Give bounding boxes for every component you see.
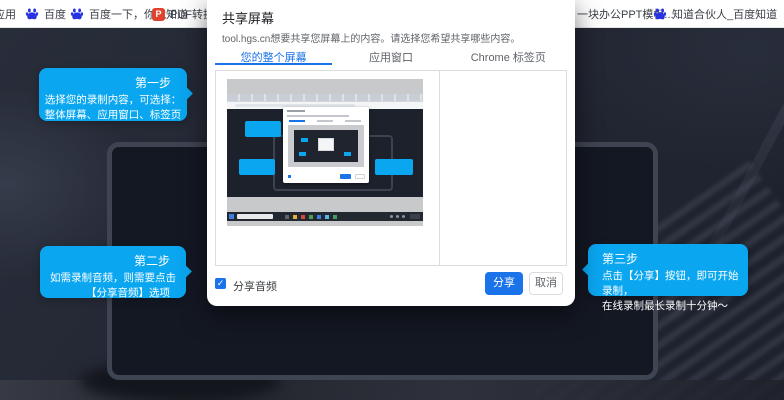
tutorial-step-1-callout: 第一步 选择您的录制内容，可选择： 整体屏幕、应用窗口、标签页 — [39, 68, 193, 123]
mini-taskbar — [227, 212, 423, 221]
step-text-line: 选择您的录制内容，可选择： — [44, 94, 182, 106]
mini-mini-callout — [301, 138, 308, 142]
mini-dialog-title-bar — [287, 110, 305, 112]
mini-page-content — [227, 107, 423, 221]
dialog-title: 共享屏幕 — [222, 11, 275, 26]
mini-clock — [410, 214, 420, 219]
mini-tab — [289, 120, 305, 122]
mini-app-icon — [285, 214, 289, 219]
mini-dialog-subtitle-bar — [287, 115, 349, 117]
mini-tab — [317, 120, 333, 122]
step-text-line: 如需录制音频，则需要点击 — [50, 272, 176, 284]
bookmark-baidu[interactable]: 百度 — [25, 0, 66, 28]
mini-app-icon — [293, 214, 297, 219]
mini-share-dialog — [283, 107, 369, 183]
bookmark-label: 知道合伙人_百度知道 — [672, 9, 778, 21]
tutorial-step-2-callout: 第二步 如需录制音频，则需要点击 【分享音频】选项 — [40, 246, 192, 301]
mini-mini-thumbnail — [288, 125, 364, 167]
mini-app-icon — [309, 214, 313, 219]
step-title: 第三步 — [602, 252, 639, 266]
step-text: 点击【分享】按钮，即可开始录制， 在线录制最长录制十分钟～ — [588, 267, 748, 314]
mini-app-icon — [301, 214, 305, 219]
screen-picker-pane — [215, 70, 567, 266]
mini-callout-2 — [239, 159, 275, 175]
mini-callout-3 — [375, 159, 413, 175]
baidu-paw-icon — [25, 7, 39, 21]
baidu-paw-icon — [653, 7, 667, 21]
tutorial-step-3-callout: 第三步 点击【分享】按钮，即可开始录制， 在线录制最长录制十分钟～ — [582, 244, 748, 312]
mini-mini-screenshot — [294, 130, 358, 162]
step-text-line: 在线录制最长录制十分钟～ — [602, 300, 728, 312]
dialog-tabs: 您的整个屏幕 应用窗口 Chrome 标签页 — [215, 46, 567, 65]
cancel-button[interactable]: 取消 — [529, 272, 563, 295]
mini-search-box — [237, 214, 273, 219]
share-audio-label: 分享音频 — [233, 281, 277, 293]
step-text-line: 点击【分享】按钮，即可开始录制， — [602, 270, 739, 297]
mini-app-icon — [333, 214, 337, 219]
mini-cancel-button — [355, 174, 365, 179]
mini-start-button — [229, 214, 234, 219]
step-title: 第一步 — [134, 76, 171, 90]
screen: 应用 百度 百度一下，你就知道 P PDF转换器 一块办公PPT模板... 知道… — [0, 0, 784, 400]
bookmark-label: 百度 — [44, 9, 66, 21]
share-screen-dialog: 共享屏幕 tool.hgs.cn想要共享您屏幕上的内容。请选择您希望共享哪些内容… — [207, 0, 575, 306]
step-text: 如需录制音频，则需要点击 【分享音频】选项 — [40, 269, 186, 301]
dialog-subtitle: tool.hgs.cn想要共享您屏幕上的内容。请选择您希望共享哪些内容。 — [222, 34, 521, 45]
mini-mini-callout — [344, 152, 351, 156]
mini-share-button — [340, 174, 351, 179]
mini-checkbox — [288, 175, 291, 178]
tab-chrome-tab[interactable]: Chrome 标签页 — [450, 46, 567, 65]
share-button[interactable]: 分享 — [485, 272, 523, 295]
pane-divider — [439, 71, 440, 265]
step-text-line: 【分享音频】选项 — [86, 287, 170, 299]
mini-callout-1 — [245, 121, 281, 137]
share-audio-checkbox[interactable]: ✓ — [215, 278, 226, 289]
mini-tray-icon — [390, 215, 393, 218]
baidu-paw-icon — [70, 7, 84, 21]
mini-tray-icon — [396, 215, 399, 218]
mini-tab — [345, 120, 361, 122]
step-text-line: 整体屏幕、应用窗口、标签页 — [44, 109, 182, 121]
mini-app-icon — [317, 214, 321, 219]
mini-app-icon — [325, 214, 329, 219]
bookmark-apps[interactable]: 应用 — [0, 0, 16, 28]
step-title: 第二步 — [133, 254, 170, 268]
mini-mini-dialog — [318, 138, 334, 151]
mini-mini-callout — [299, 152, 306, 156]
step-text: 选择您的录制内容，可选择： 整体屏幕、应用窗口、标签页 — [39, 91, 187, 123]
bookmark-baidu-zhidao[interactable]: 知道合伙人_百度知道 — [653, 0, 777, 28]
mini-screenshot — [227, 94, 423, 221]
mini-browser-tabstrip — [227, 94, 423, 102]
tab-application-window[interactable]: 应用窗口 — [332, 46, 449, 65]
mini-tray-icon — [402, 215, 405, 218]
tab-entire-screen[interactable]: 您的整个屏幕 — [215, 46, 333, 65]
bookmark-label: 应用 — [0, 9, 16, 21]
screen-preview-thumbnail[interactable] — [227, 79, 423, 226]
pdf-converter-icon: P — [152, 7, 165, 21]
